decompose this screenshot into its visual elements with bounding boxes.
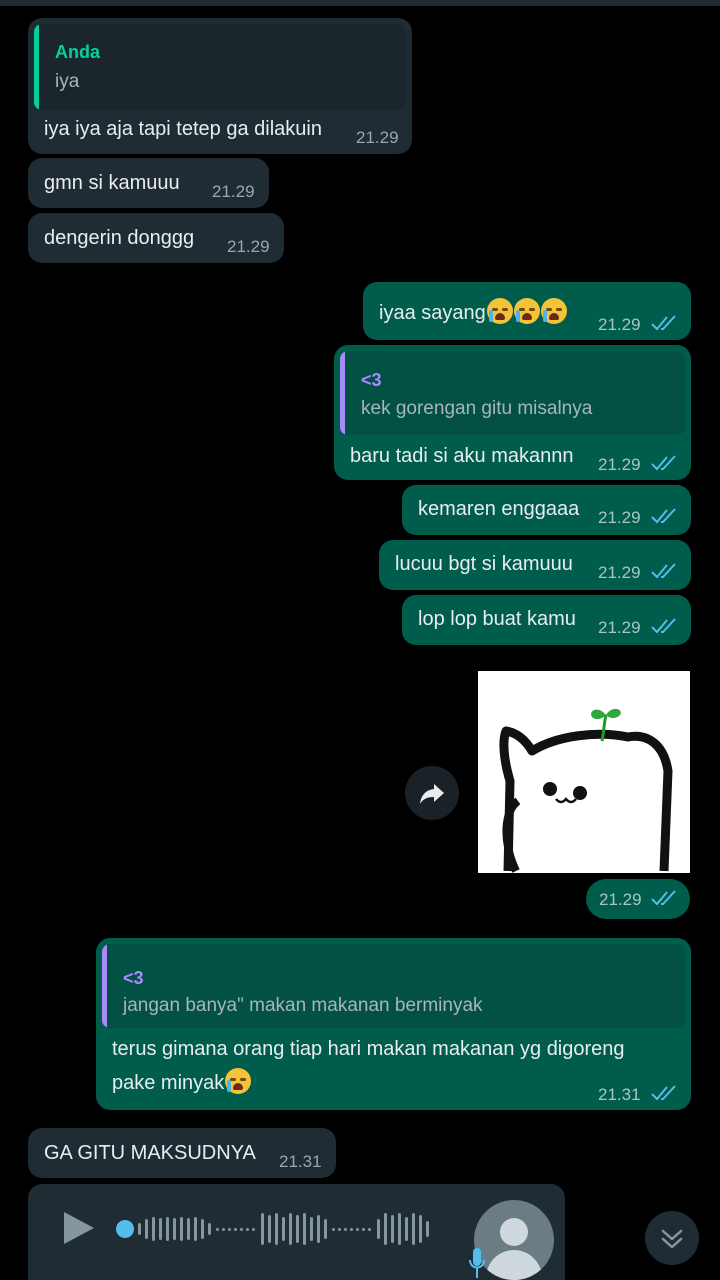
microphone-icon (469, 1248, 485, 1278)
status-strip (0, 0, 720, 6)
incoming-message[interactable]: GA GITU MAKSUDNYA 21.31 (28, 1128, 336, 1178)
voice-note-message[interactable] (28, 1184, 565, 1280)
quote-text: jangan banya" makan makanan berminyak (123, 995, 483, 1016)
read-receipt-icon (651, 508, 676, 524)
incoming-message[interactable]: Anda iya iya iya aja tapi tetep ga dilak… (28, 18, 412, 154)
quote-author: <3 (361, 370, 382, 390)
quoted-message[interactable]: Anda iya (34, 24, 406, 110)
forward-button[interactable] (405, 766, 459, 820)
crying-face-icon (513, 298, 540, 324)
quote-text: iya (55, 71, 80, 92)
message-time: 21.31 (279, 1152, 322, 1171)
message-text-content: iyaa sayang (379, 302, 486, 324)
message-time: 21.31 (598, 1085, 641, 1104)
message-text: lucuu bgt si kamuuu (395, 553, 573, 575)
message-time: 21.29 (598, 618, 641, 637)
message-text: iya iya aja tapi tetep ga dilakuin (44, 118, 322, 140)
outgoing-message[interactable]: <3 jangan banya" makan makanan berminyak… (96, 938, 691, 1110)
quoted-message[interactable]: <3 kek gorengan gitu misalnya (340, 351, 685, 435)
read-receipt-icon (651, 315, 676, 331)
outgoing-message[interactable]: iyaa sayang 21.29 (363, 282, 691, 340)
message-text: iyaa sayang (379, 298, 567, 325)
crying-face-icon (225, 1068, 252, 1094)
message-text-content: pake minyak (112, 1072, 225, 1094)
message-text: baru tadi si aku makannn (350, 445, 574, 467)
avatar-body (486, 1250, 542, 1280)
message-time: 21.29 (598, 563, 641, 582)
outgoing-message[interactable]: kemaren enggaaa 21.29 (402, 485, 691, 535)
quote-author: Anda (55, 42, 100, 62)
quote-accent-bar (340, 351, 345, 435)
sticker-time-badge: 21.29 (586, 879, 690, 919)
quote-accent-bar (34, 24, 39, 110)
read-receipt-icon (651, 563, 676, 579)
forward-icon (420, 784, 444, 804)
voice-waveform[interactable] (136, 1209, 436, 1249)
quote-text: kek gorengan gitu misalnya (361, 398, 593, 419)
read-receipt-icon (651, 455, 676, 471)
message-text: gmn si kamuuu (44, 172, 180, 194)
incoming-message[interactable]: gmn si kamuuu 21.29 (28, 158, 269, 208)
message-time: 21.29 (356, 128, 399, 147)
quoted-message[interactable]: <3 jangan banya" makan makanan berminyak (102, 944, 685, 1028)
message-text: GA GITU MAKSUDNYA (44, 1142, 256, 1164)
message-time: 21.29 (598, 455, 641, 474)
avatar-head (500, 1218, 528, 1246)
message-text: lop lop buat kamu (418, 608, 576, 630)
read-receipt-icon (651, 618, 676, 634)
message-text: pake minyak (112, 1068, 252, 1095)
sticker-message[interactable] (478, 671, 690, 873)
quote-author: <3 (123, 968, 144, 988)
outgoing-message[interactable]: lop lop buat kamu 21.29 (402, 595, 691, 645)
message-text: kemaren enggaaa (418, 498, 580, 520)
message-text: terus gimana orang tiap hari makan makan… (112, 1038, 625, 1060)
message-time: 21.29 (599, 890, 642, 909)
outgoing-message[interactable]: <3 kek gorengan gitu misalnya baru tadi … (334, 345, 691, 480)
read-receipt-icon (651, 1085, 676, 1101)
message-time: 21.29 (598, 315, 641, 334)
scroll-to-bottom-button[interactable] (645, 1211, 699, 1265)
quote-accent-bar (102, 944, 107, 1028)
message-time: 21.29 (227, 237, 270, 256)
cat-sticker-image (499, 708, 673, 873)
message-time: 21.29 (598, 508, 641, 527)
crying-face-icon (486, 298, 513, 324)
crying-face-icon (540, 298, 567, 324)
incoming-message[interactable]: dengerin donggg 21.29 (28, 213, 284, 263)
read-receipt-icon (651, 890, 676, 906)
play-icon[interactable] (58, 1208, 98, 1248)
outgoing-message[interactable]: lucuu bgt si kamuuu 21.29 (379, 540, 691, 590)
avatar (474, 1200, 554, 1280)
voice-progress-knob[interactable] (116, 1220, 134, 1238)
message-time: 21.29 (212, 182, 255, 201)
message-text: dengerin donggg (44, 227, 195, 249)
double-chevron-down-icon (661, 1229, 683, 1249)
